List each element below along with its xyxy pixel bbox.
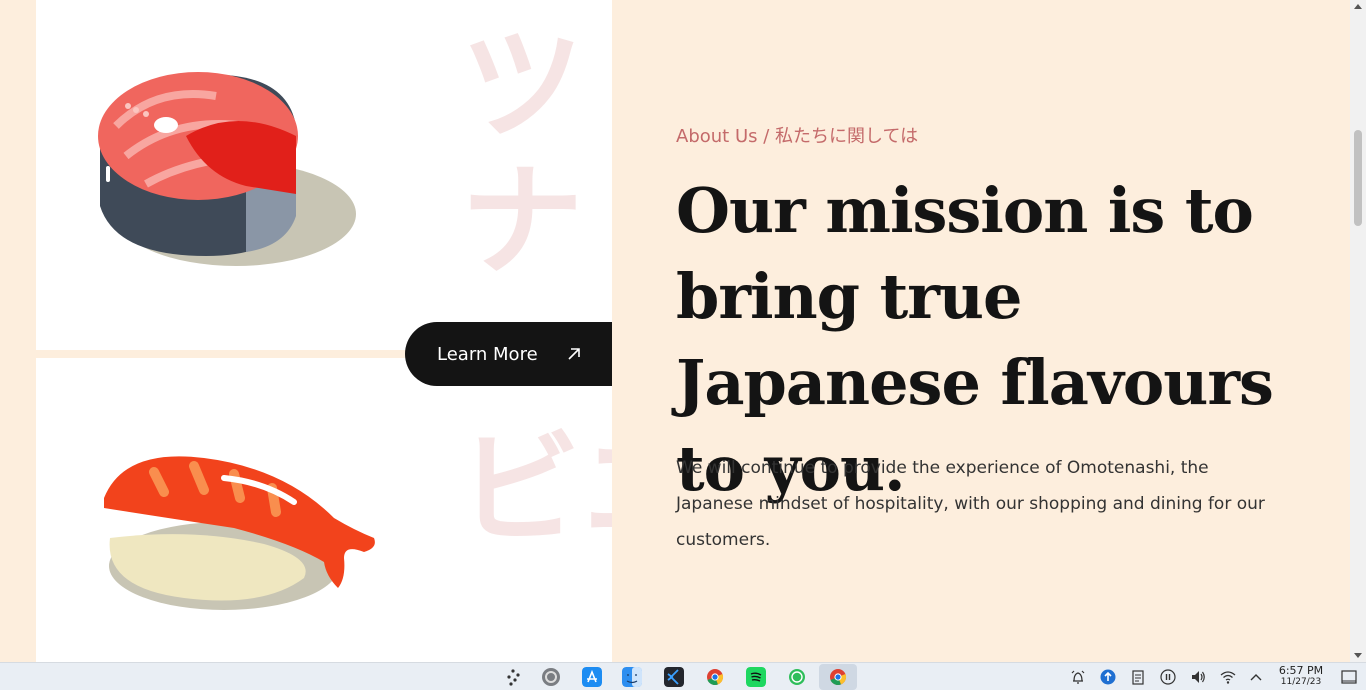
mission-description: We will continue to provide the experien… bbox=[676, 458, 1265, 550]
spotify-icon[interactable] bbox=[746, 667, 766, 687]
clipboard-icon[interactable] bbox=[1130, 669, 1146, 685]
pause-icon[interactable] bbox=[1160, 669, 1176, 685]
shrimp-nigiri-illustration bbox=[104, 456, 375, 610]
app-store-icon[interactable] bbox=[582, 667, 602, 687]
shrimp-kana: エビ bbox=[434, 422, 612, 558]
vertical-scrollbar[interactable] bbox=[1350, 0, 1366, 662]
finder-icon[interactable] bbox=[622, 667, 642, 687]
alarm-icon[interactable] bbox=[1070, 669, 1086, 685]
learn-more-button[interactable]: Learn More bbox=[405, 322, 612, 386]
page: ツナ エビ Learn More About Us / 私たちに関しては bbox=[0, 0, 1350, 662]
clock-time: 6:57 PM bbox=[1278, 664, 1324, 677]
tuna-card: ツナ bbox=[36, 0, 612, 350]
tuna-kana: ツナ bbox=[438, 18, 585, 290]
chrome-icon[interactable] bbox=[705, 667, 725, 687]
vscode-icon[interactable] bbox=[664, 667, 684, 687]
chevron-up-icon[interactable] bbox=[1248, 669, 1264, 685]
shrimp-card: エビ bbox=[36, 358, 612, 662]
chrome-active-icon[interactable] bbox=[828, 667, 848, 687]
scrollbar-thumb[interactable] bbox=[1354, 130, 1362, 226]
scroll-up-arrow[interactable] bbox=[1354, 4, 1362, 9]
clock-date: 11/27/23 bbox=[1280, 677, 1322, 687]
update-icon[interactable] bbox=[1100, 669, 1116, 685]
tuna-steak-illustration bbox=[98, 72, 356, 266]
learn-more-label: Learn More bbox=[437, 343, 538, 365]
arrow-up-right-icon bbox=[568, 348, 580, 360]
scroll-down-arrow[interactable] bbox=[1354, 653, 1362, 658]
launcher-icon[interactable] bbox=[503, 667, 523, 687]
about-us-label: About Us / 私たちに関しては bbox=[676, 126, 919, 147]
taskbar: 6:57 PM 11/27/23 bbox=[0, 662, 1366, 690]
volume-icon[interactable] bbox=[1190, 669, 1206, 685]
show-desktop-icon[interactable] bbox=[1341, 669, 1357, 685]
whatsapp-icon[interactable] bbox=[787, 667, 807, 687]
system-preferences-icon[interactable] bbox=[541, 667, 561, 687]
wifi-icon[interactable] bbox=[1220, 669, 1236, 685]
taskbar-clock[interactable]: 6:57 PM 11/27/23 bbox=[1270, 665, 1332, 688]
